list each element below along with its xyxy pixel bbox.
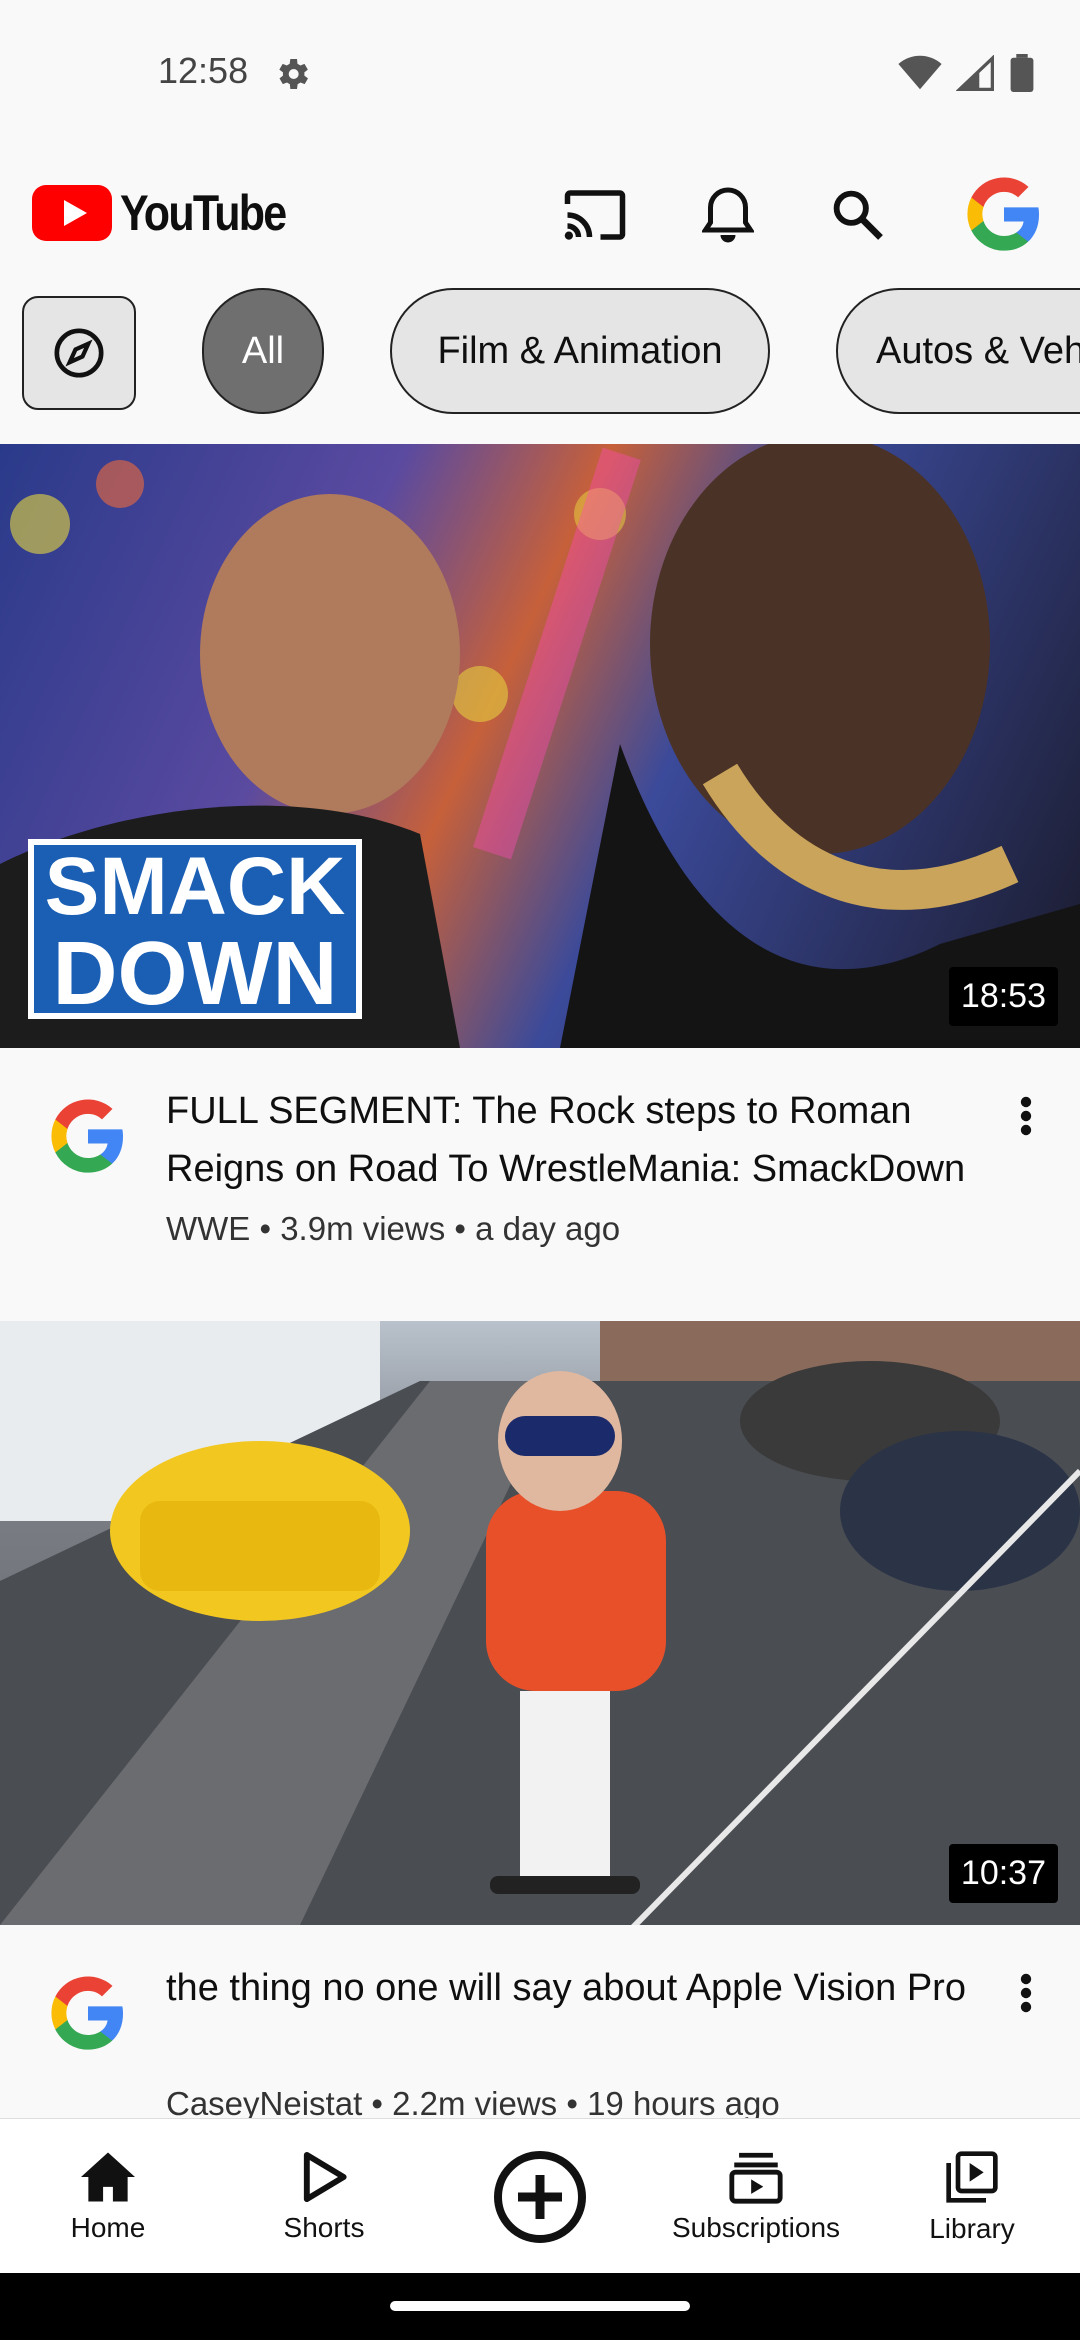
more-options-icon[interactable] [1006,1963,1046,2023]
status-bar: 12:58 [0,0,1080,140]
nav-home[interactable]: Home [48,2119,168,2274]
video-duration: 10:37 [948,1844,1058,1903]
video-details[interactable]: the thing no one will say about Apple Vi… [0,1925,1080,2118]
add-circle-icon [494,2150,586,2243]
video-details[interactable]: FULL SEGMENT: The Rock steps to Roman Re… [0,1048,1080,1320]
nav-home-label: Home [70,2211,146,2243]
thumbnail-down-text: DOWN [53,924,338,1024]
chip-autos-vehicles[interactable]: Autos & Vehicles [836,288,1080,414]
thumbnail-artwork [0,1321,1080,1925]
more-options-icon[interactable] [1006,1086,1046,1146]
bottom-navigation: Home Shorts Subscriptions Library [0,2118,1080,2274]
signal-icon [956,55,994,91]
status-icons [898,54,1034,92]
video-title[interactable]: FULL SEGMENT: The Rock steps to Roman Re… [166,1082,986,1198]
nav-subscriptions[interactable]: Subscriptions [660,2119,852,2274]
account-avatar-google-icon[interactable] [962,172,1046,256]
video-title[interactable]: the thing no one will say about Apple Vi… [166,1959,986,2017]
shorts-play-icon [303,2151,347,2202]
nav-shorts-label: Shorts [283,2211,365,2243]
youtube-logo[interactable]: YouTube [32,184,312,242]
video-subtitle: CaseyNeistat • 2.2m views • 19 hours ago [166,2085,780,2118]
nav-library-label: Library [929,2212,1015,2244]
explore-compass-button[interactable] [22,296,136,410]
settings-status-icon [272,54,312,99]
search-icon[interactable] [823,180,893,250]
system-navigation-bar [0,2273,1080,2340]
app-bar: YouTube [0,160,1080,270]
category-chips: All Film & Animation Autos & Vehicles [0,286,1080,418]
thumbnail-artwork: SMACK DOWN [0,444,1080,1048]
chip-film-animation[interactable]: Film & Animation [390,288,770,414]
channel-avatar-google-icon[interactable] [48,1973,128,2053]
library-icon [946,2150,998,2203]
video-subtitle: WWE • 3.9m views • a day ago [166,1210,621,1247]
home-icon [81,2151,135,2202]
subscriptions-icon [729,2152,783,2204]
wifi-icon [898,55,942,90]
compass-icon [54,328,104,378]
chip-all[interactable]: All [202,288,324,414]
video-duration: 18:53 [948,967,1058,1026]
youtube-play-logo-icon [32,185,112,241]
nav-shorts[interactable]: Shorts [264,2119,384,2274]
logo-text: YouTube [120,185,287,241]
home-gesture-handle[interactable] [390,2301,690,2311]
create-button[interactable] [480,2119,600,2274]
battery-icon [1010,54,1034,92]
status-time: 12:58 [158,50,249,91]
nav-subscriptions-label: Subscriptions [671,2211,841,2243]
channel-avatar-google-icon[interactable] [48,1096,128,1176]
thumbnail-smack-text: SMACK [45,841,346,932]
notifications-bell-icon[interactable] [693,180,763,250]
nav-library[interactable]: Library [912,2119,1032,2274]
video-thumbnail[interactable]: 10:37 [0,1321,1080,1925]
video-thumbnail[interactable]: SMACK DOWN 18:53 [0,444,1080,1048]
cast-icon[interactable] [560,180,630,250]
